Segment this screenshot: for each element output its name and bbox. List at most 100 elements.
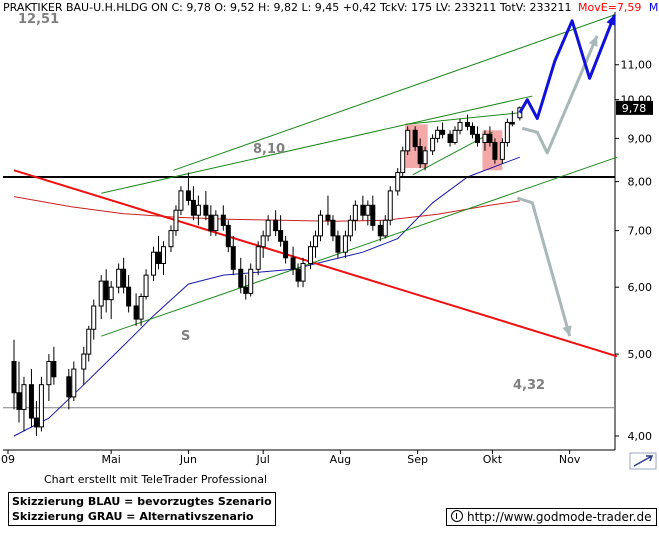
candle-body: [509, 121, 515, 125]
candle-body: [430, 137, 436, 152]
candle-body: [260, 235, 266, 248]
candle-body: [86, 328, 92, 355]
candle-body: [178, 190, 184, 211]
candle-body: [387, 190, 393, 221]
candle-body: [447, 133, 453, 143]
candle-body: [81, 353, 87, 370]
candle-body: [422, 150, 428, 165]
candle-body: [143, 274, 149, 297]
candle-body: [168, 230, 174, 248]
candle-body: [499, 141, 505, 160]
x-tick-label: Jun: [179, 453, 197, 466]
ma-b-label: MovE=8,55: [649, 1, 659, 14]
annotation-8-10: 8,10: [253, 142, 285, 157]
x-tick-label: Aug: [330, 453, 351, 466]
candle-body: [440, 129, 446, 135]
candle-body: [352, 204, 358, 221]
candle-body: [46, 360, 52, 386]
candle-body: [482, 133, 488, 143]
annotation-4-32: 4,32: [513, 378, 545, 393]
candle-body: [103, 280, 109, 301]
candle-body: [474, 133, 480, 143]
candle-body: [138, 295, 144, 320]
candle-body: [435, 129, 441, 139]
candle-body: [133, 305, 139, 320]
source-link[interactable]: http://www.godmode-trader.de: [446, 508, 657, 526]
candle-body: [225, 224, 231, 248]
ticker-info: PRAKTIKER BAU-U.H.HLDG ON C: 9,78 O: 9,5…: [3, 1, 572, 14]
candle-body: [156, 251, 162, 264]
candle-body: [51, 360, 57, 378]
candle-body: [464, 121, 470, 127]
x-axis: 09 Mai Jun Jul Aug Sep Okt Nov: [1, 450, 581, 466]
candle-body: [265, 219, 271, 237]
candle-body: [370, 204, 376, 226]
candle-body: [317, 214, 323, 237]
candle-body: [238, 268, 244, 288]
candle-body: [38, 384, 44, 428]
candle-body: [151, 251, 157, 276]
y-tick-label: 7,00: [628, 225, 653, 238]
x-tick-label: Mai: [102, 453, 121, 466]
candle-body: [313, 235, 318, 248]
last-price-label: 9,78: [622, 102, 647, 115]
candle-body: [487, 133, 493, 143]
candle-body: [283, 240, 289, 259]
price-chart: 4,005,006,007,008,009,0010,0011,009,78 0…: [1, 1, 659, 470]
candle-body: [412, 129, 418, 148]
y-tick-label: 6,00: [628, 281, 653, 294]
candle-body: [300, 262, 306, 282]
y-axis: 4,005,006,007,008,009,0010,0011,009,78: [615, 59, 653, 443]
source-url: http://www.godmode-trader.de: [467, 510, 652, 524]
candle-body: [342, 235, 348, 253]
candle-body: [365, 204, 371, 216]
candle-body: [395, 172, 401, 192]
annotation-s: S: [181, 329, 190, 344]
y-tick-label: 4,00: [628, 430, 653, 443]
legend-grey: Skizzierung GRAU = Alternativszenario: [12, 510, 254, 523]
candle-body: [11, 360, 17, 394]
candle-body: [203, 204, 209, 216]
candle-body: [190, 199, 196, 216]
x-tick-label: Nov: [559, 453, 581, 466]
candle-body: [400, 150, 406, 174]
y-tick-label: 9,00: [628, 132, 653, 145]
y-tick-label: 5,00: [628, 348, 653, 361]
candle-body: [295, 268, 301, 282]
candle-body: [457, 121, 463, 131]
y-tick-label: 11,00: [621, 59, 653, 72]
candle-body: [33, 417, 39, 428]
candle-body: [377, 224, 383, 237]
candle-body: [248, 268, 254, 294]
candle-body: [66, 376, 72, 398]
candle-body: [121, 268, 127, 288]
candle-body: [492, 141, 498, 160]
candle-body: [98, 280, 104, 307]
candle-body: [330, 219, 336, 237]
candle-body: [255, 246, 261, 270]
x-tick-label: Okt: [483, 453, 503, 466]
x-tick-label: Sep: [407, 453, 428, 466]
candle-body: [71, 368, 77, 398]
candle-body: [405, 129, 411, 152]
candle-body: [452, 129, 458, 143]
chart-credit: Chart erstellt mit TeleTrader Profession…: [44, 473, 268, 486]
y-tick-label: 8,00: [628, 176, 653, 189]
info-icon: [451, 510, 463, 522]
candle-body: [21, 384, 27, 410]
candle-body: [116, 268, 122, 288]
candle-body: [243, 286, 249, 294]
candle-body: [278, 230, 284, 242]
candle-body: [308, 246, 314, 264]
candle-body: [220, 214, 226, 226]
candle-body: [335, 235, 341, 253]
candle-body: [126, 286, 132, 307]
ticker-header: PRAKTIKER BAU-U.H.HLDG ON C: 9,78 O: 9,5…: [3, 1, 659, 14]
annotation-12-51: 12,51: [18, 12, 59, 27]
candle-body: [91, 305, 97, 330]
scroll-arrow-icon[interactable]: [629, 452, 657, 470]
candle-body: [208, 214, 214, 232]
scenario-legend: Skizzierung BLAU = bevorzugtes Szenario …: [8, 492, 276, 526]
candle-body: [417, 146, 423, 165]
candle-body: [108, 286, 114, 301]
